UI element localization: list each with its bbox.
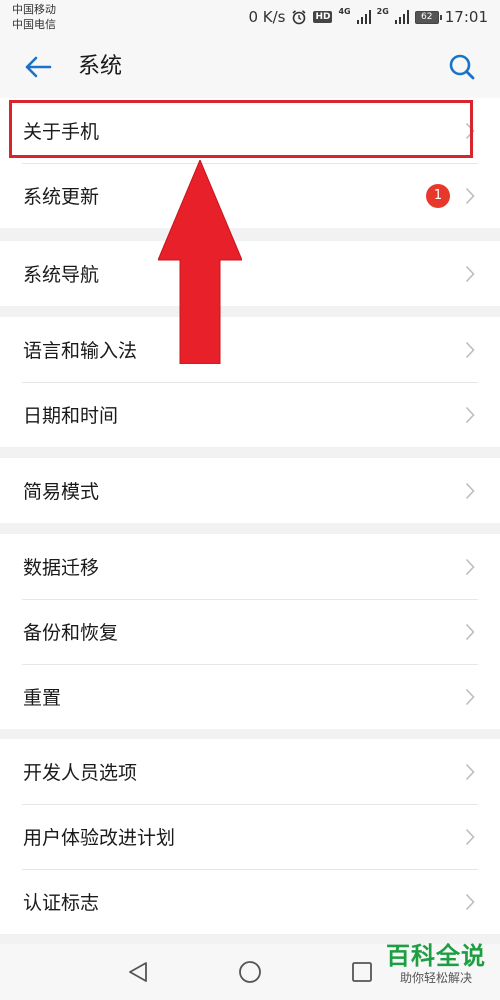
search-icon xyxy=(449,54,475,80)
annotation-up-arrow xyxy=(158,160,242,364)
setting-label: 认证标志 xyxy=(23,892,100,914)
chevron-right-icon xyxy=(464,557,476,577)
hd-voice-badge: HD xyxy=(313,11,333,23)
settings-group-6: 开发人员选项 用户体验改进计划 认证标志 xyxy=(0,739,500,934)
home-circle-icon xyxy=(239,961,261,983)
chevron-right-icon xyxy=(464,762,476,782)
clock: 17:01 xyxy=(444,8,488,26)
signal-icon xyxy=(356,10,371,24)
chevron-right-icon xyxy=(464,340,476,360)
back-button[interactable] xyxy=(22,51,54,83)
watermark-title: 百科全说 xyxy=(386,942,486,970)
setting-item-data-migration[interactable]: 数据迁移 xyxy=(0,534,500,599)
setting-item-reset[interactable]: 重置 xyxy=(0,664,500,729)
annotation-highlight-box xyxy=(9,100,473,158)
nav-back-button[interactable] xyxy=(124,958,152,986)
sim2-network: 2G xyxy=(376,7,389,16)
setting-item-simple-mode[interactable]: 简易模式 xyxy=(0,458,500,523)
setting-label: 重置 xyxy=(23,687,62,709)
setting-label: 系统更新 xyxy=(23,186,100,208)
chevron-right-icon xyxy=(464,827,476,847)
chevron-right-icon xyxy=(464,405,476,425)
watermark-subtitle: 助你轻松解决 xyxy=(399,971,472,985)
chevron-right-icon xyxy=(464,481,476,501)
chevron-right-icon xyxy=(464,622,476,642)
app-bar: 系统 xyxy=(0,36,500,98)
recents-square-icon xyxy=(352,962,372,982)
setting-item-system-update[interactable]: 系统更新 1 xyxy=(0,163,500,228)
carrier-2: 中国电信 xyxy=(12,18,56,31)
chevron-right-icon xyxy=(464,687,476,707)
back-triangle-icon xyxy=(129,962,147,982)
alarm-icon xyxy=(291,9,307,25)
status-indicators: 0 K/s HD 4G 2G 62 17:01 xyxy=(248,6,488,28)
page-title: 系统 xyxy=(78,54,123,79)
back-arrow-icon xyxy=(25,56,52,78)
nav-recents-button[interactable] xyxy=(348,958,376,986)
watermark: 百科全说 助你轻松解决 xyxy=(386,942,486,986)
nav-home-button[interactable] xyxy=(236,958,264,986)
setting-label: 数据迁移 xyxy=(23,557,100,579)
setting-label: 系统导航 xyxy=(23,264,100,286)
settings-group-5: 数据迁移 备份和恢复 重置 xyxy=(0,534,500,729)
setting-label: 语言和输入法 xyxy=(23,340,138,362)
setting-item-developer-options[interactable]: 开发人员选项 xyxy=(0,739,500,804)
settings-group-3: 语言和输入法 日期和时间 xyxy=(0,317,500,447)
setting-label: 开发人员选项 xyxy=(23,762,138,784)
battery-level: 62 xyxy=(421,12,433,22)
setting-item-user-experience-program[interactable]: 用户体验改进计划 xyxy=(0,804,500,869)
setting-label: 简易模式 xyxy=(23,481,100,503)
settings-group-4: 简易模式 xyxy=(0,458,500,523)
setting-item-language-input[interactable]: 语言和输入法 xyxy=(0,317,500,382)
screen: 中国移动 中国电信 0 K/s HD 4G 2G 62 17:01 系统 关于手… xyxy=(0,0,500,1000)
setting-item-backup-restore[interactable]: 备份和恢复 xyxy=(0,599,500,664)
setting-item-certification-logos[interactable]: 认证标志 xyxy=(0,869,500,934)
chevron-right-icon xyxy=(464,264,476,284)
chevron-right-icon xyxy=(464,892,476,912)
setting-label: 用户体验改进计划 xyxy=(23,827,176,849)
notification-badge: 1 xyxy=(426,183,450,208)
carrier-1: 中国移动 xyxy=(12,3,56,16)
sim1-network: 4G xyxy=(338,7,351,16)
setting-item-system-navigation[interactable]: 系统导航 xyxy=(0,241,500,306)
status-bar: 中国移动 中国电信 0 K/s HD 4G 2G 62 17:01 xyxy=(0,0,500,36)
chevron-right-icon xyxy=(464,186,476,206)
carrier-info: 中国移动 中国电信 xyxy=(12,2,56,32)
setting-label: 备份和恢复 xyxy=(23,622,119,644)
setting-item-date-time[interactable]: 日期和时间 xyxy=(0,382,500,447)
battery-icon: 62 xyxy=(414,10,442,24)
signal-icon xyxy=(394,10,409,24)
setting-label: 日期和时间 xyxy=(23,405,119,427)
settings-group-2: 系统导航 xyxy=(0,241,500,306)
net-speed: 0 K/s xyxy=(248,8,286,26)
search-button[interactable] xyxy=(446,51,478,83)
